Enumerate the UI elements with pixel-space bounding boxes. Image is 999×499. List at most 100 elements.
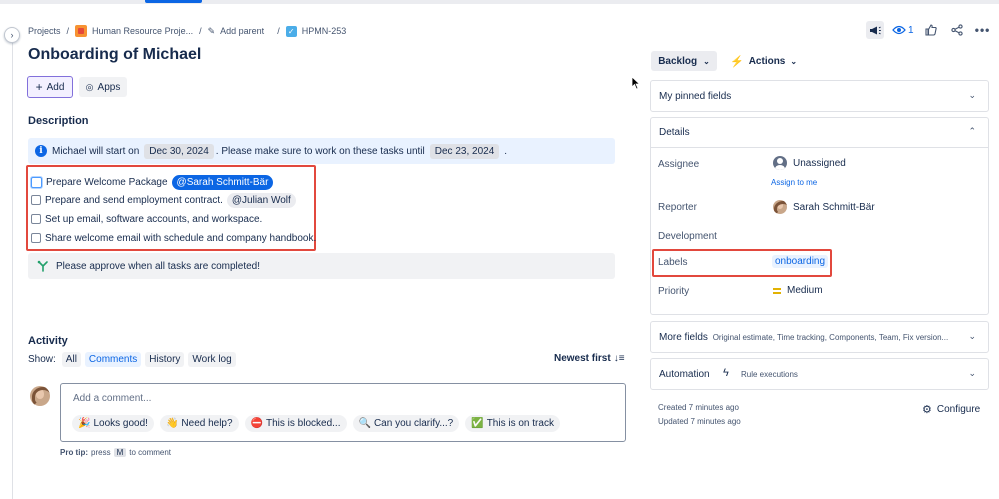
comment-input[interactable]: Add a comment... (73, 393, 151, 404)
reporter-label: Reporter (658, 202, 697, 213)
quick-reply-label: Looks good! (93, 418, 148, 429)
rule-executions-label: Rule executions (741, 370, 798, 379)
add-button[interactable]: + Add (27, 76, 73, 98)
info-text-2: . Please make sure to work on these task… (215, 145, 425, 157)
labels-value[interactable]: onboarding (772, 255, 829, 268)
filter-work-log[interactable]: Work log (188, 351, 236, 367)
activity-heading: Activity (28, 335, 68, 347)
actions-dropdown[interactable]: ⚡ Actions ⌄ (730, 51, 797, 71)
details-heading: Details (659, 127, 690, 138)
pro-tip-press: press (91, 448, 111, 457)
breadcrumb-issue-key[interactable]: HPMN-253 (302, 26, 347, 36)
automation-heading: Automation (659, 369, 710, 380)
breadcrumb-separator: / (277, 26, 280, 36)
breadcrumb-add-parent[interactable]: Add parent (220, 26, 264, 36)
chevron-down-icon[interactable]: ⌄ (968, 368, 976, 379)
priority-value[interactable]: Medium (773, 285, 823, 296)
chevron-down-icon[interactable]: ⌄ (968, 331, 976, 342)
task-item: Share welcome email with schedule and co… (31, 230, 316, 246)
automation-panel[interactable]: Automation ϟ Rule executions ⌄ (650, 358, 989, 390)
no-entry-icon: ⛔ (250, 418, 264, 429)
quick-reply-clarify[interactable]: 🔍 Can you clarify...? (352, 415, 460, 432)
label-chip[interactable]: onboarding (772, 255, 829, 268)
description-heading: Description (28, 115, 89, 127)
issue-title[interactable]: Onboarding of Michael (28, 46, 201, 64)
sort-toggle[interactable]: Newest first ↓≡ (554, 353, 625, 364)
more-fields-panel[interactable]: More fields Original estimate, Time trac… (650, 321, 989, 353)
watch-button[interactable]: 1 (892, 25, 914, 36)
breadcrumb: Projects / Human Resource Proje... / ✎ A… (28, 24, 346, 38)
apps-icon: ◎ (85, 81, 94, 92)
info-icon: i (35, 145, 47, 157)
priority-medium-icon (773, 287, 781, 294)
priority-label: Priority (658, 286, 690, 297)
date-chip-start[interactable]: Dec 30, 2024 (144, 143, 214, 159)
task-checkbox[interactable] (31, 176, 42, 188)
pinned-fields-panel[interactable]: My pinned fields ⌄ (650, 80, 989, 112)
breadcrumb-project[interactable]: Human Resource Proje... (92, 26, 193, 36)
apps-button[interactable]: ◎ Apps (79, 77, 127, 97)
details-header[interactable]: Details ⌃ (651, 118, 988, 148)
chevron-up-icon[interactable]: ⌃ (968, 126, 976, 137)
approval-note-panel[interactable]: Please approve when all tasks are comple… (28, 253, 615, 279)
branch-icon (37, 260, 48, 272)
megaphone-icon[interactable] (866, 21, 884, 39)
actions-label: Actions (748, 55, 786, 67)
task-checkbox[interactable] (31, 233, 41, 243)
thumbs-up-icon[interactable] (922, 21, 940, 39)
sidebar-divider (12, 35, 13, 499)
check-mark-icon: ✅ (471, 418, 484, 429)
plus-icon: + (35, 80, 43, 94)
sort-icon: ↓≡ (613, 353, 625, 364)
created-timestamp: Created 7 minutes ago (658, 403, 739, 412)
task-type-icon: ✓ (285, 25, 297, 37)
mention-chip[interactable]: @Julian Wolf (226, 192, 296, 208)
quick-reply-on-track[interactable]: ✅ This is on track (465, 415, 560, 432)
wave-icon: 👋 (165, 418, 179, 429)
quick-reply-label: Need help? (181, 418, 233, 429)
keyboard-key: M (113, 448, 127, 457)
breadcrumb-projects[interactable]: Projects (28, 26, 61, 36)
quick-reply-looks-good[interactable]: 🎉 Looks good! (72, 415, 154, 432)
eye-icon (892, 25, 906, 35)
filter-comments[interactable]: Comments (84, 351, 142, 367)
task-checkbox[interactable] (31, 195, 41, 205)
more-fields-list: Original estimate, Time tracking, Compon… (712, 333, 949, 342)
status-dropdown[interactable]: Backlog ⌄ (651, 51, 717, 71)
mention-chip[interactable]: @Sarah Schmitt-Bär (171, 174, 274, 190)
date-chip-deadline[interactable]: Dec 23, 2024 (429, 143, 500, 159)
more-options-icon[interactable]: ••• (974, 21, 992, 39)
task-checkbox[interactable] (31, 214, 41, 224)
task-text: Prepare and send employment contract. (45, 194, 223, 206)
quick-reply-need-help[interactable]: 👋 Need help? (159, 415, 239, 432)
assignee-label: Assignee (658, 159, 700, 170)
lightning-icon: ϟ (723, 367, 729, 379)
chevron-right-icon: › (10, 30, 14, 40)
pro-tip-label: Pro tip: (60, 448, 88, 457)
reporter-value[interactable]: Sarah Schmitt-Bär (773, 200, 875, 214)
reporter-avatar (773, 200, 787, 214)
quick-reply-label: This is blocked... (266, 418, 341, 429)
project-icon (75, 25, 88, 37)
info-panel[interactable]: i Michael will start on Dec 30, 2024 . P… (28, 138, 615, 164)
assign-to-me-link[interactable]: Assign to me (771, 178, 817, 187)
filter-history[interactable]: History (145, 351, 185, 367)
show-label: Show: (28, 353, 56, 365)
quick-reply-blocked[interactable]: ⛔ This is blocked... (244, 415, 347, 432)
task-text: Share welcome email with schedule and co… (45, 232, 317, 244)
chevron-down-icon[interactable]: ⌄ (968, 90, 976, 101)
configure-button[interactable]: ⚙ Configure (922, 403, 980, 416)
assignee-value[interactable]: Unassigned (773, 156, 846, 170)
breadcrumb-separator: / (66, 26, 70, 36)
more-fields-heading: More fields Original estimate, Time trac… (659, 332, 948, 343)
pro-tip: Pro tip: press M to comment (60, 448, 171, 457)
share-icon[interactable] (948, 21, 966, 39)
comment-editor[interactable]: Add a comment... 🎉 Looks good! 👋 Need help… (60, 383, 626, 442)
pro-tip-rest: to comment (129, 448, 172, 457)
filter-all[interactable]: All (61, 351, 81, 367)
activity-filter-row: Show: All Comments History Work log (28, 351, 236, 367)
task-item: Set up email, software accounts, and wor… (31, 211, 262, 227)
expand-sidebar-button[interactable]: › (4, 27, 20, 43)
quick-replies: 🎉 Looks good! 👋 Need help? ⛔ This is blocke… (72, 415, 560, 432)
configure-label: Configure (936, 404, 981, 415)
